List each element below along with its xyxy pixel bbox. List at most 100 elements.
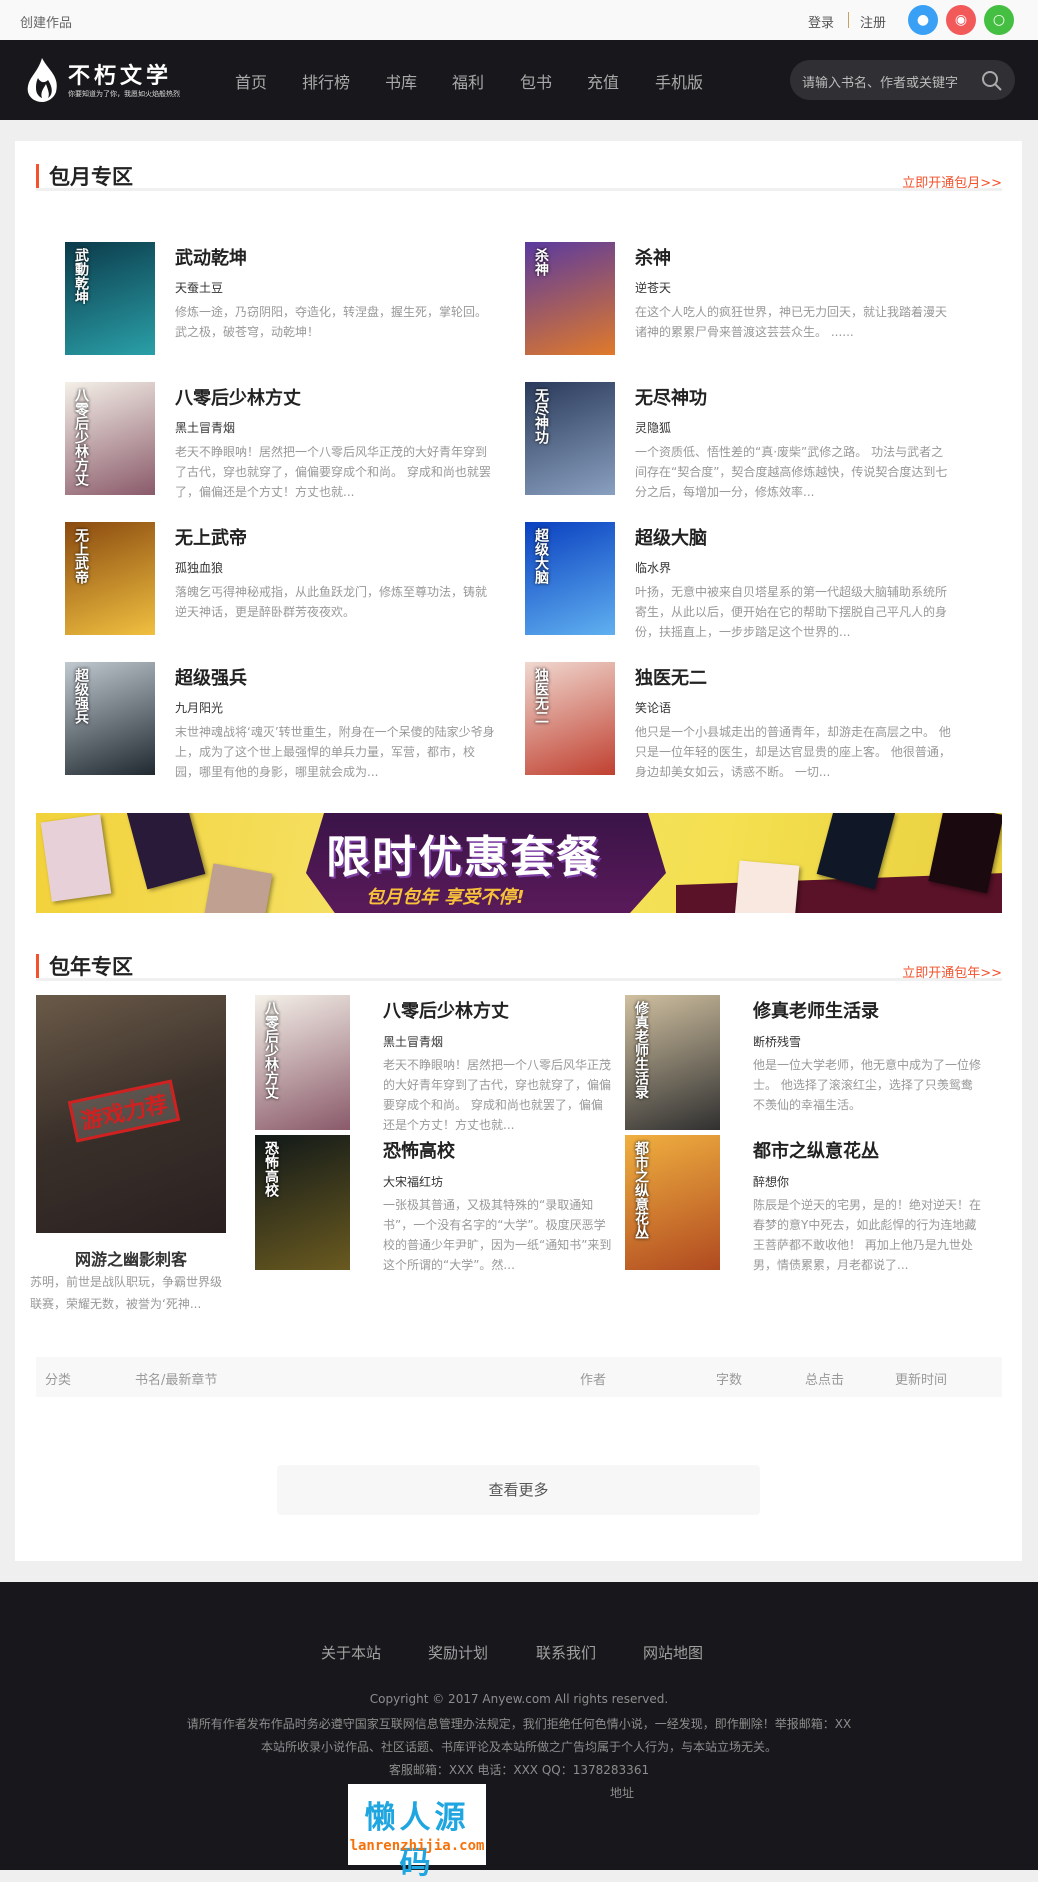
book-description: 他是一位大学老师，他无意中成为了一位修士。 他选择了滚滚红尘，选择了只羡鸳鸯不羡… — [753, 1058, 982, 1112]
book-title[interactable]: 超级大脑 — [635, 524, 707, 550]
book-description: 陈辰是个逆天的宅男，是的！绝对逆天！在春梦的意Y中死去，如此彪悍的行为连地藏王菩… — [753, 1198, 982, 1272]
accent-bar — [36, 954, 39, 978]
book-description: 落魄乞丐得神秘戒指，从此鱼跃龙门，修炼至尊功法，铸就逆天神话，更是醉卧群芳夜夜欢… — [175, 585, 488, 619]
book-title[interactable]: 独医无二 — [635, 664, 707, 690]
book-cover[interactable]: 恐怖高校 — [255, 1135, 350, 1270]
flame-logo-icon[interactable] — [22, 58, 62, 102]
book-author[interactable]: 断桥残雪 — [753, 1033, 801, 1050]
book-author[interactable]: 天蚕土豆 — [175, 279, 223, 296]
search-icon[interactable] — [981, 70, 1003, 92]
book-author[interactable]: 醉想你 — [753, 1173, 789, 1190]
book-item[interactable]: 杀神 杀神 逆苍天 在这个人吃人的疯狂世界，神已无力回天，就让我踏着漫天诸神的累… — [525, 242, 965, 357]
book-title[interactable]: 杀神 — [635, 244, 671, 270]
featured-book-title[interactable]: 网游之幽影刺客 — [36, 1246, 226, 1270]
book-item[interactable]: 超级强兵 超级强兵 九月阳光 末世神魂战将‘魂灭’转世重生，附身在一个呆傻的陆家… — [65, 662, 505, 779]
nav-book-package[interactable]: 包书 — [520, 69, 552, 93]
book-title[interactable]: 都市之纵意花丛 — [753, 1137, 879, 1163]
book-cover[interactable]: 八零后少林方丈 — [255, 995, 350, 1130]
book-item[interactable]: 八零后少林方丈 八零后少林方丈 黑土冒青烟 老天不睁眼呐！居然把一个八零后风华正… — [65, 382, 505, 499]
book-cover[interactable]: 无尽神功 — [525, 382, 615, 495]
book-item[interactable]: 恐怖高校 恐怖高校 大宋福红坊 一张极其普通，又极其特殊的“录取通知书”，一个没… — [255, 1135, 625, 1275]
cover-text: 超级强兵 — [73, 668, 89, 724]
book-item[interactable]: 修真老师生活录 修真老师生活录 断桥残雪 他是一位大学老师，他无意中成为了一位修… — [625, 995, 995, 1135]
book-author[interactable]: 灵隐狐 — [635, 419, 671, 436]
book-title[interactable]: 超级强兵 — [175, 664, 247, 690]
book-cover[interactable]: 都市之纵意花丛 — [625, 1135, 720, 1270]
create-work-link[interactable]: 创建作品 — [20, 12, 72, 31]
book-item[interactable]: 武動乾坤 武动乾坤 天蚕土豆 修炼一途，乃窃阴阳，夺造化，转涅盘，握生死，掌轮回… — [65, 242, 505, 357]
view-more-button[interactable]: 查看更多 — [277, 1465, 760, 1515]
register-link[interactable]: 注册 — [860, 12, 886, 31]
book-cover[interactable]: 修真老师生活录 — [625, 995, 720, 1130]
book-author[interactable]: 临水界 — [635, 559, 671, 576]
col-author: 作者 — [580, 1373, 607, 1388]
featured-book-desc: 苏明，前世是战队职玩，争霸世界级联赛，荣耀无数，被誉为‘死神... — [30, 1275, 223, 1311]
book-item[interactable]: 独医无二 独医无二 笑论语 他只是一个小县城走出的普通青年，却游走在高层之中。 … — [525, 662, 965, 779]
qq-icon[interactable]: ● — [908, 5, 938, 35]
featured-book-cover[interactable]: 游戏力荐 — [36, 995, 226, 1233]
cover-text: 修真老师生活录 — [633, 1001, 649, 1099]
book-item[interactable]: 八零后少林方丈 八零后少林方丈 黑土冒青烟 老天不睁眼呐！居然把一个八零后风华正… — [255, 995, 625, 1135]
book-title[interactable]: 修真老师生活录 — [753, 997, 879, 1023]
weibo-icon[interactable]: ◉ — [946, 5, 976, 35]
search-input[interactable]: 请输入书名、作者或关键字 — [790, 60, 1015, 100]
nav-home[interactable]: 首页 — [235, 69, 267, 93]
book-cover[interactable]: 八零后少林方丈 — [65, 382, 155, 495]
yearly-subscribe-link[interactable]: 立即开通包年>> — [902, 962, 1002, 981]
book-cover[interactable]: 杀神 — [525, 242, 615, 355]
footer-contact: 客服邮箱：XXX 电话：XXX QQ：1378283361 — [388, 1763, 650, 1777]
book-author[interactable]: 孤独血狼 — [175, 559, 223, 576]
cover-text: 无上武帝 — [73, 528, 89, 584]
nav-recharge[interactable]: 充值 — [587, 69, 619, 93]
nav-ranking[interactable]: 排行榜 — [302, 69, 350, 93]
book-item[interactable]: 无尽神功 无尽神功 灵隐狐 一个资质低、悟性差的“真·废柴”武修之路。 功法与武… — [525, 382, 965, 499]
book-description: 叶扬，无意中被来自贝塔星系的第一代超级大脑辅助系统所寄生，从此以后，便开始在它的… — [635, 585, 948, 639]
footer-link-rewards[interactable]: 奖励计划 — [428, 1642, 488, 1663]
monthly-subscribe-link[interactable]: 立即开通包月>> — [902, 172, 1002, 191]
book-cover[interactable]: 独医无二 — [525, 662, 615, 775]
book-author[interactable]: 九月阳光 — [175, 699, 223, 716]
book-cover[interactable]: 超级强兵 — [65, 662, 155, 775]
logo-title[interactable]: 不朽文学 — [68, 58, 172, 90]
book-author[interactable]: 黑土冒青烟 — [175, 419, 235, 436]
book-title[interactable]: 无尽神功 — [635, 384, 707, 410]
footer-link-about[interactable]: 关于本站 — [321, 1642, 381, 1663]
nav-mobile[interactable]: 手机版 — [655, 69, 703, 93]
cover-text: 八零后少林方丈 — [73, 388, 89, 486]
book-description: 末世神魂战将‘魂灭’转世重生，附身在一个呆傻的陆家少爷身上，成为了这个世上最强悍… — [175, 725, 495, 779]
book-author[interactable]: 笑论语 — [635, 699, 671, 716]
login-link[interactable]: 登录 — [808, 12, 834, 31]
monthly-section-header: 包月专区 立即开通包月>> — [36, 141, 1002, 191]
book-title[interactable]: 恐怖高校 — [383, 1137, 455, 1163]
logo-slogan: 你要知道为了你，我愿如火焰般热烈 — [68, 90, 180, 98]
nav-welfare[interactable]: 福利 — [452, 69, 484, 93]
book-description: 他只是一个小县城走出的普通青年，却游走在高层之中。 他只是一位年轻的医生，却是达… — [635, 725, 951, 779]
book-author[interactable]: 黑土冒青烟 — [383, 1033, 443, 1050]
book-title[interactable]: 武动乾坤 — [175, 244, 247, 270]
nav-library[interactable]: 书库 — [385, 69, 417, 93]
book-title[interactable]: 无上武帝 — [175, 524, 247, 550]
banner-book-image — [199, 863, 273, 913]
book-item[interactable]: 无上武帝 无上武帝 孤独血狼 落魄乞丐得神秘戒指，从此鱼跃龙门，修炼至尊功法，铸… — [65, 522, 505, 637]
col-clicks: 总点击 — [805, 1373, 845, 1388]
book-cover[interactable]: 无上武帝 — [65, 522, 155, 635]
cover-text: 杀神 — [533, 248, 549, 276]
promo-banner[interactable]: 限时优惠套餐 包月包年 享受不停! — [36, 813, 1002, 913]
main-content: 包月专区 立即开通包月>> 限时优惠套餐 包月包年 享受不停! 包年专区 立即开… — [15, 141, 1022, 1561]
book-description: 老天不睁眼呐！居然把一个八零后风华正茂的大好青年穿到了古代，穿也就穿了，偏偏要穿… — [383, 1058, 612, 1132]
book-author[interactable]: 逆苍天 — [635, 279, 671, 296]
book-author[interactable]: 大宋福红坊 — [383, 1173, 443, 1190]
footer-link-sitemap[interactable]: 网站地图 — [643, 1642, 703, 1663]
book-title[interactable]: 八零后少林方丈 — [383, 997, 509, 1023]
book-title[interactable]: 八零后少林方丈 — [175, 384, 301, 410]
book-item[interactable]: 超级大脑 超级大脑 临水界 叶扬，无意中被来自贝塔星系的第一代超级大脑辅助系统所… — [525, 522, 965, 639]
footer-link-contact[interactable]: 联系我们 — [536, 1642, 596, 1663]
watermark-url: lanrenzhijia.com — [349, 1838, 485, 1854]
book-cover[interactable]: 超级大脑 — [525, 522, 615, 635]
table-header: 分类 书名/最新章节 作者 字数 总点击 更新时间 — [36, 1357, 1002, 1397]
cover-text: 都市之纵意花丛 — [633, 1141, 649, 1239]
book-item[interactable]: 都市之纵意花丛 都市之纵意花丛 醉想你 陈辰是个逆天的宅男，是的！绝对逆天！在春… — [625, 1135, 995, 1275]
wechat-icon[interactable]: ○ — [984, 5, 1014, 35]
book-cover[interactable]: 武動乾坤 — [65, 242, 155, 355]
col-title: 书名/最新章节 — [135, 1373, 218, 1388]
